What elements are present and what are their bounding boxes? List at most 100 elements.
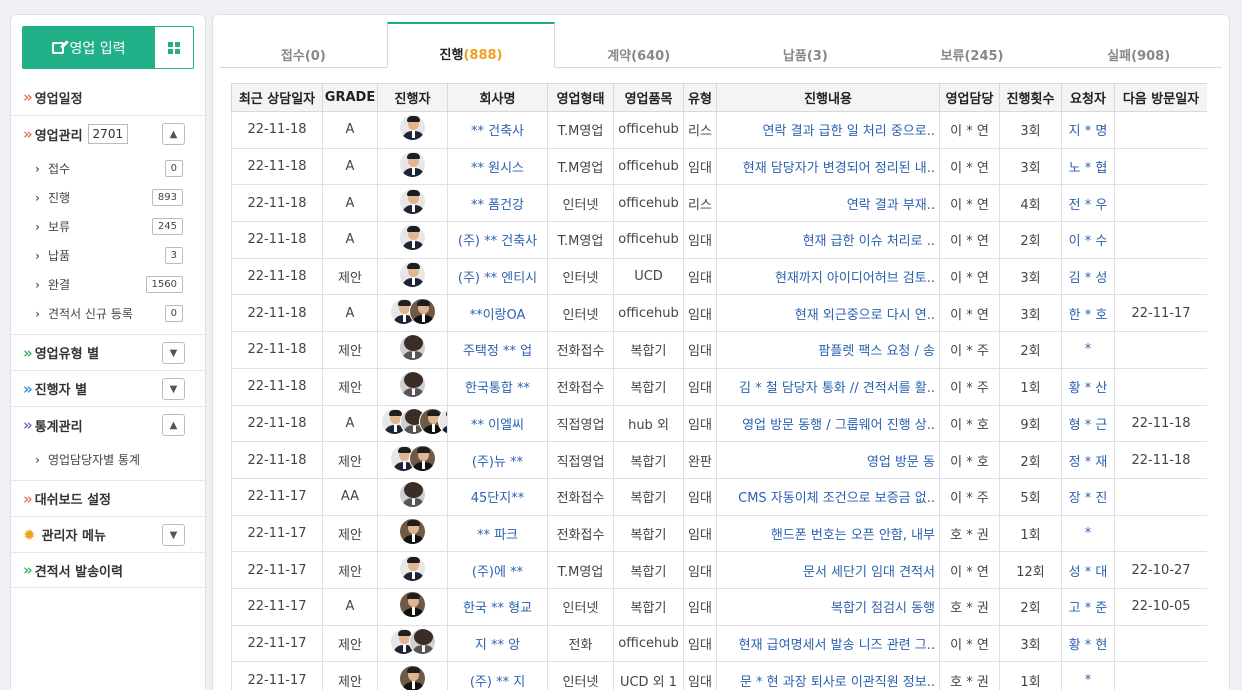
cell-content[interactable]: 문 * 현 과장 퇴사로 이관직원 정보.. bbox=[716, 661, 940, 690]
table-row[interactable]: 22-11-18 A ** 폼건강 인터넷 officehub 리스 연락 결과 부재.. 이… bbox=[231, 184, 1207, 223]
submenu-item[interactable]: › 납품 3 bbox=[11, 241, 205, 270]
menu-item-by-type[interactable]: » 영업유형 별 ▼ bbox=[11, 334, 205, 370]
column-header[interactable]: 회사명 bbox=[447, 83, 548, 112]
collapse-button[interactable]: ▲ bbox=[162, 414, 185, 436]
cell-company[interactable]: 한국 ** 형교 bbox=[447, 587, 548, 626]
menu-item-schedule[interactable]: » 영업일정 bbox=[11, 79, 205, 115]
cell-company[interactable]: (주) ** 지 bbox=[447, 661, 548, 690]
table-row[interactable]: 22-11-17 AA 45단지** 전화접수 복합기 임대 CMS 자동이체 조건으로 보… bbox=[231, 477, 1207, 516]
cell-requester[interactable]: 김 * 성 bbox=[1061, 257, 1115, 296]
cell-requester[interactable]: 황 * 산 bbox=[1061, 367, 1115, 406]
table-row[interactable]: 22-11-18 A ** 원시스 T.M영업 officehub 임대 현재 담당자가 변… bbox=[231, 147, 1207, 186]
table-row[interactable]: 22-11-17 제안 (주) ** 지 인터넷 UCD 외 1 임대 문 * 현 과장 퇴… bbox=[231, 661, 1207, 690]
menu-stats-header[interactable]: » 통계관리 ▲ bbox=[11, 407, 205, 443]
cell-company[interactable]: **이랑OA bbox=[447, 294, 548, 333]
table-row[interactable]: 22-11-18 제안 한국통합 ** 전화접수 복합기 임대 김 * 철 담당자 통화 /… bbox=[231, 367, 1207, 406]
cell-content[interactable]: 복합기 점검시 동행 bbox=[716, 587, 940, 626]
tab-received[interactable]: 접수(0) bbox=[220, 22, 387, 67]
column-header[interactable]: 영업품목 bbox=[613, 83, 684, 112]
expand-button[interactable]: ▼ bbox=[162, 524, 185, 546]
cell-company[interactable]: (주) ** 엔티시 bbox=[447, 257, 548, 296]
cell-requester[interactable]: 황 * 현 bbox=[1061, 624, 1115, 663]
cell-requester[interactable]: 이 * 수 bbox=[1061, 221, 1115, 259]
cell-requester[interactable]: 정 * 재 bbox=[1061, 441, 1115, 479]
cell-company[interactable]: (주)뉴 ** bbox=[447, 441, 548, 479]
cell-company[interactable]: 45단지** bbox=[447, 477, 548, 516]
menu-item-admin[interactable]: ✹ 관리자 메뉴 ▼ bbox=[11, 516, 205, 552]
cell-content[interactable]: CMS 자동이체 조건으로 보증금 없.. bbox=[716, 477, 940, 516]
table-row[interactable]: 22-11-18 A (주) ** 건축사 T.M영업 officehub 임대 현재 급한… bbox=[231, 221, 1207, 259]
cell-requester[interactable]: 형 * 근 bbox=[1061, 404, 1115, 443]
cell-content[interactable]: 김 * 철 담당자 통화 // 견적서를 활.. bbox=[716, 367, 940, 406]
table-row[interactable]: 22-11-17 제안 지 ** 앙 전화 officehub 임대 현재 급여명세서 발송… bbox=[231, 624, 1207, 663]
cell-content[interactable]: 문서 세단기 임대 견적서 bbox=[716, 551, 940, 589]
column-header[interactable]: 진행자 bbox=[377, 83, 448, 112]
column-header[interactable]: 다음 방문일자 bbox=[1114, 83, 1207, 112]
cell-requester[interactable]: * bbox=[1061, 331, 1115, 369]
tab-failed[interactable]: 실패(908) bbox=[1055, 22, 1222, 67]
column-header[interactable]: 유형 bbox=[683, 83, 717, 112]
cell-requester[interactable]: * bbox=[1061, 661, 1115, 690]
cell-content[interactable]: 현재 급여명세서 발송 니즈 관련 그.. bbox=[716, 624, 940, 663]
cell-requester[interactable]: 노 * 협 bbox=[1061, 147, 1115, 186]
cell-requester[interactable]: 장 * 진 bbox=[1061, 477, 1115, 516]
expand-button[interactable]: ▼ bbox=[162, 342, 185, 364]
cell-content[interactable]: 연락 결과 부재.. bbox=[716, 184, 940, 223]
cell-content[interactable]: 현재 급한 이슈 처리로 .. bbox=[716, 221, 940, 259]
submenu-item[interactable]: › 접수 0 bbox=[11, 154, 205, 183]
submenu-item-rep-stats[interactable]: › 영업담당자별 통계 bbox=[11, 445, 205, 474]
column-header[interactable]: 진행내용 bbox=[716, 83, 940, 112]
cell-requester[interactable]: 한 * 호 bbox=[1061, 294, 1115, 333]
cell-content[interactable]: 현재까지 아이디어허브 검토.. bbox=[716, 257, 940, 296]
column-header[interactable]: 영업형태 bbox=[547, 83, 614, 112]
cell-company[interactable]: 주택정 ** 업 bbox=[447, 331, 548, 369]
cell-company[interactable]: ** 건축사 bbox=[447, 111, 548, 149]
cell-content[interactable]: 현재 담당자가 변경되어 정리된 내.. bbox=[716, 147, 940, 186]
menu-item-by-owner[interactable]: » 진행자 별 ▼ bbox=[11, 370, 205, 406]
cell-content[interactable]: 영업 방문 동행 / 그룹웨어 진행 상.. bbox=[716, 404, 940, 443]
cell-company[interactable]: 한국통합 ** bbox=[447, 367, 548, 406]
column-header[interactable]: 요청자 bbox=[1061, 83, 1115, 112]
cell-company[interactable]: 지 ** 앙 bbox=[447, 624, 548, 663]
menu-item-dashboard[interactable]: » 대쉬보드 설정 bbox=[11, 480, 205, 516]
cell-company[interactable]: ** 이엘씨 bbox=[447, 404, 548, 443]
table-row[interactable]: 22-11-17 A 한국 ** 형교 인터넷 복합기 임대 복합기 점검시 동행 호 * 권… bbox=[231, 587, 1207, 626]
expand-button[interactable]: ▼ bbox=[162, 378, 185, 400]
cell-content[interactable]: 현재 외근중으로 다시 연.. bbox=[716, 294, 940, 333]
menu-item-quote-history[interactable]: » 견적서 발송이력 bbox=[11, 552, 205, 588]
table-row[interactable]: 22-11-18 제안 (주) ** 엔티시 인터넷 UCD 임대 현재까지 아이디어허브 … bbox=[231, 257, 1207, 296]
table-row[interactable]: 22-11-17 제안 ** 파크 전화접수 복합기 임대 핸드폰 번호는 오픈 안함, 내… bbox=[231, 514, 1207, 553]
table-row[interactable]: 22-11-18 A **이랑OA 인터넷 officehub 임대 현재 외근중으로 다시… bbox=[231, 294, 1207, 333]
sales-input-button[interactable]: 영업 입력 bbox=[22, 26, 155, 69]
cell-content[interactable]: 영업 방문 동 bbox=[716, 441, 940, 479]
cell-company[interactable]: (주) ** 건축사 bbox=[447, 221, 548, 259]
grid-view-button[interactable] bbox=[155, 26, 194, 69]
table-row[interactable]: 22-11-18 제안 (주)뉴 ** 직접영업 복합기 완판 영업 방문 동이 * 호 2회… bbox=[231, 441, 1207, 479]
table-row[interactable]: 22-11-17 제안 (주)에 ** T.M영업 복합기 임대 문서 세단기 임대 견적서… bbox=[231, 551, 1207, 589]
cell-company[interactable]: ** 파크 bbox=[447, 514, 548, 553]
column-header[interactable]: GRADE bbox=[322, 83, 378, 112]
table-row[interactable]: 22-11-18 A ** 이엘씨 직접영업 hub 외 임대 영업 방문 동행 / 그룹웨… bbox=[231, 404, 1207, 443]
cell-content[interactable]: 팜플렛 팩스 요청 / 송 bbox=[716, 331, 940, 369]
tab-on-hold[interactable]: 보류(245) bbox=[889, 22, 1056, 67]
tab-in-progress[interactable]: 진행(888) bbox=[386, 22, 556, 68]
column-header[interactable]: 영업담당 bbox=[939, 83, 1000, 112]
cell-requester[interactable]: 전 * 우 bbox=[1061, 184, 1115, 223]
submenu-item[interactable]: › 견적서 신규 등록 0 bbox=[11, 299, 205, 328]
cell-content[interactable]: 연락 결과 급한 일 처리 중으로.. bbox=[716, 111, 940, 149]
collapse-button[interactable]: ▲ bbox=[162, 123, 185, 145]
column-header[interactable]: 진행횟수 bbox=[999, 83, 1062, 112]
cell-requester[interactable]: * bbox=[1061, 514, 1115, 553]
cell-requester[interactable]: 지 * 명 bbox=[1061, 111, 1115, 149]
cell-company[interactable]: ** 원시스 bbox=[447, 147, 548, 186]
submenu-item[interactable]: › 진행 893 bbox=[11, 183, 205, 212]
cell-company[interactable]: ** 폼건강 bbox=[447, 184, 548, 223]
submenu-item[interactable]: › 보류 245 bbox=[11, 212, 205, 241]
table-row[interactable]: 22-11-18 제안 주택정 ** 업 전화접수 복합기 임대 팜플렛 팩스 요청 / 송… bbox=[231, 331, 1207, 369]
cell-requester[interactable]: 고 * 준 bbox=[1061, 587, 1115, 626]
cell-company[interactable]: (주)에 ** bbox=[447, 551, 548, 589]
table-row[interactable]: 22-11-18 A ** 건축사 T.M영업 officehub 리스 연락 결과 급한 … bbox=[231, 111, 1207, 149]
cell-requester[interactable]: 성 * 대 bbox=[1061, 551, 1115, 589]
tab-contract[interactable]: 계약(640) bbox=[555, 22, 722, 67]
column-header[interactable]: 최근 상담일자 bbox=[231, 83, 323, 112]
